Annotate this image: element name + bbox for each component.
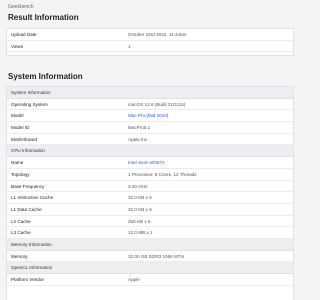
section-header-opencl: OpenCL Information <box>7 262 293 274</box>
row-key: L1 Instruction Cache <box>11 195 54 201</box>
row-value: Apple <box>128 277 140 282</box>
row-key: Model ID <box>11 125 30 131</box>
cpu-name-link[interactable]: Intel Xeon W3670 <box>128 157 165 169</box>
table-row: Base Frequency 3.20 GHz <box>7 181 293 193</box>
table-row: Memory 32.00 GB DDR3 1066 MT/s <box>7 251 293 263</box>
row-key: Operating System <box>11 101 48 107</box>
table-row: Operating System macOS 12.6 (Build 21G115… <box>7 99 293 111</box>
section-header-cpu: CPU Information <box>7 145 293 158</box>
table-row: Motherboard Apple Inc. <box>7 134 293 146</box>
result-information-title: Result Information <box>8 13 79 22</box>
section-header-label: OpenCL Information <box>11 265 53 271</box>
row-value: 32.0 KB x 6 <box>128 206 152 212</box>
row-key: L3 Cache <box>11 230 31 236</box>
model-link[interactable]: Mac Pro (Mid 2010) <box>128 110 168 122</box>
row-value: macOS 12.6 (Build 21G115) <box>128 101 186 107</box>
row-key: Memory <box>11 253 28 259</box>
row-value: 12.0 MB x 1 <box>128 230 153 236</box>
table-row: L1 Instruction Cache 32.0 KB x 6 <box>7 192 293 204</box>
row-key: Upload Date <box>11 32 37 37</box>
section-header-memory: Memory Information <box>7 238 293 251</box>
row-key: Model <box>11 113 24 119</box>
section-header-label: Memory Information <box>11 241 52 247</box>
system-information-title: System Information <box>8 72 83 81</box>
section-header-label: CPU Information <box>11 148 45 154</box>
row-value: MacPro5,1 <box>128 125 151 131</box>
section-header-label: System Information <box>11 90 51 95</box>
row-key: Topology <box>11 171 30 177</box>
row-key: L1 Data Cache <box>11 206 42 212</box>
table-row: Model Mac Pro (Mid 2010) <box>7 110 293 123</box>
row-value: October 23rd 2022, 11:44am <box>128 32 187 37</box>
table-row: L3 Cache 12.0 MB x 1 <box>7 227 293 239</box>
row-value: 32.0 KB x 6 <box>128 195 152 201</box>
table-row: L1 Data Cache 32.0 KB x 6 <box>7 204 293 216</box>
table-row: L2 Cache 256 KB x 6 <box>7 216 293 228</box>
row-key: Base Frequency <box>11 183 45 189</box>
row-value: 1 Processor, 6 Cores, 12 Threads <box>128 171 197 177</box>
row-value: 1 <box>128 43 131 49</box>
row-value: 32.00 GB DDR3 1066 MT/s <box>128 253 185 259</box>
row-key: Views <box>11 43 24 49</box>
row-key: Name <box>11 160 24 166</box>
section-header-system: System Information <box>7 87 293 99</box>
row-value: 3.20 GHz <box>128 183 148 189</box>
table-row: Views 1 <box>7 41 293 53</box>
row-key: Platform Vendor <box>11 277 44 282</box>
row-value: 256 KB x 6 <box>128 218 151 224</box>
system-information-card: System Information Operating System macOS… <box>6 86 294 300</box>
table-row: Topology 1 Processor, 6 Cores, 12 Threads <box>7 169 293 181</box>
row-key: L2 Cache <box>11 218 31 224</box>
table-row: Model ID MacPro5,1 <box>7 122 293 134</box>
table-row: Platform Vendor Apple <box>7 274 293 286</box>
breadcrumb[interactable]: Geekbench <box>8 4 34 10</box>
row-value: Apple Inc. <box>128 136 149 142</box>
table-row: Name Intel Xeon W3670 <box>7 157 293 169</box>
table-row: Upload Date October 23rd 2022, 11:44am <box>7 29 293 41</box>
row-key: Motherboard <box>11 136 38 142</box>
result-information-card: Upload Date October 23rd 2022, 11:44am V… <box>6 28 294 56</box>
